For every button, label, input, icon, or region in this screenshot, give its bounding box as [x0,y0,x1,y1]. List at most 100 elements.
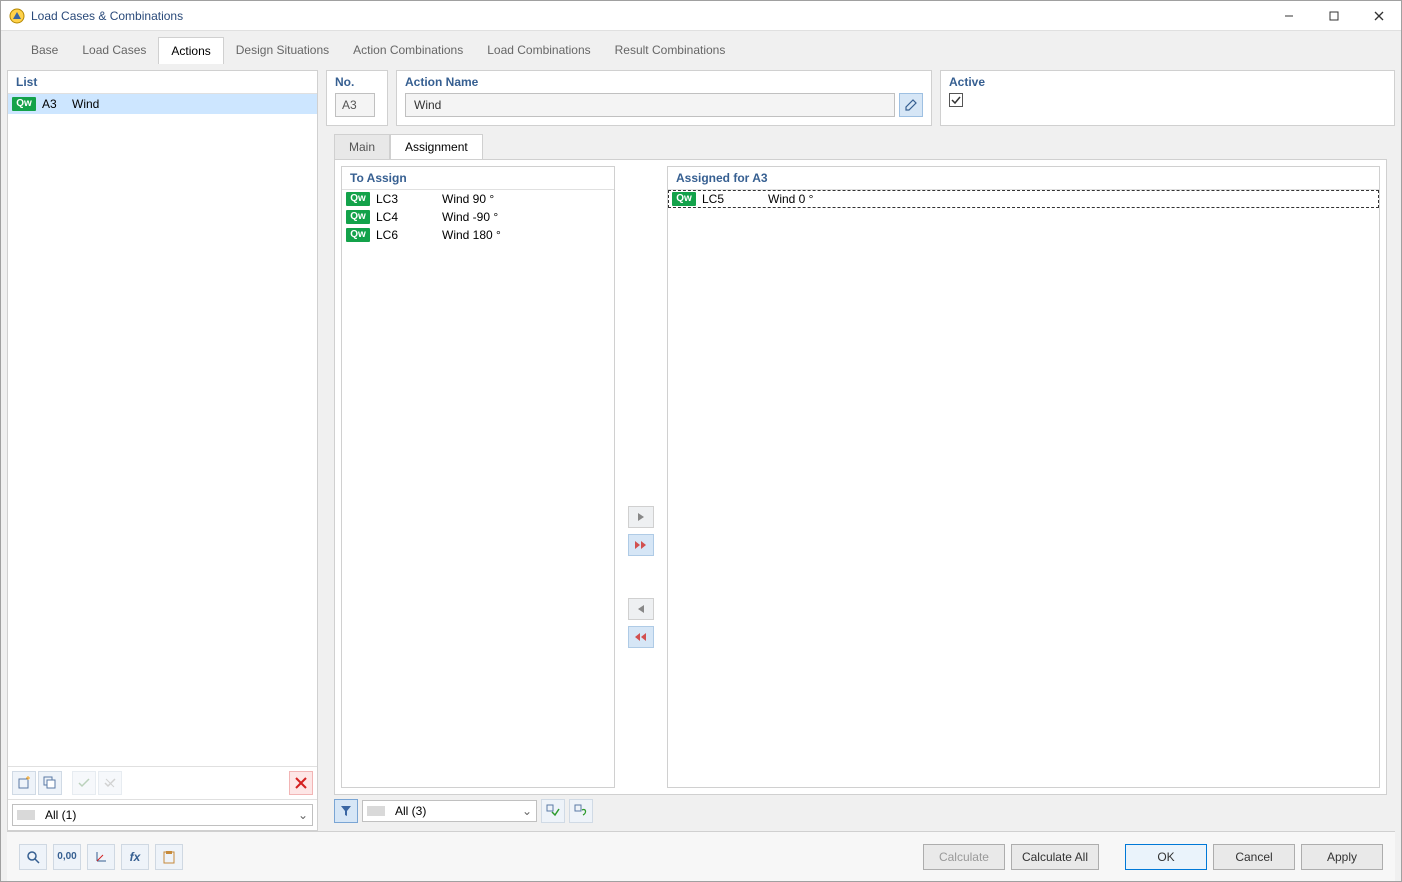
load-case-name: Wind 180 ° [442,228,501,242]
assignment-area: To Assign Qw LC3 Wind 90 ° Qw LC4 Wind -… [334,159,1387,795]
search-button[interactable] [19,844,47,870]
edit-name-button[interactable] [899,93,923,117]
list-item[interactable]: Qw LC6 Wind 180 ° [342,226,614,244]
sub-tab-main[interactable]: Main [334,134,390,159]
move-left-button[interactable] [628,598,654,620]
check-all-button[interactable] [72,771,96,795]
assignment-toolbar: All (3) ⌄ [326,795,1395,831]
no-field-box: No. A3 [326,70,388,126]
move-right-button[interactable] [628,506,654,528]
to-assign-column: To Assign Qw LC3 Wind 90 ° Qw LC4 Wind -… [341,166,615,788]
assigned-list[interactable]: Qw LC5 Wind 0 ° [668,190,1379,787]
list-header: List [8,71,317,94]
qw-badge-icon: Qw [12,97,36,111]
window-title: Load Cases & Combinations [31,9,1266,23]
move-all-right-button[interactable] [628,534,654,556]
chevron-down-icon: ⌄ [522,804,532,818]
minimize-button[interactable] [1266,1,1311,31]
tab-action-combinations[interactable]: Action Combinations [341,37,475,64]
new-item-button[interactable] [12,771,36,795]
load-case-code: LC4 [376,210,436,224]
qw-badge-icon: Qw [346,210,370,224]
assign-filter-label: All (3) [395,804,426,818]
axes-icon [94,850,108,864]
window-controls [1266,1,1401,31]
ok-button[interactable]: OK [1125,844,1207,870]
to-assign-list[interactable]: Qw LC3 Wind 90 ° Qw LC4 Wind -90 ° Qw [342,190,614,787]
delete-button[interactable] [289,771,313,795]
list-item-code: A3 [42,97,66,111]
load-case-code: LC6 [376,228,436,242]
app-icon [9,8,25,24]
no-label: No. [335,75,379,89]
filter-swatch-icon [367,806,385,816]
filter-button[interactable] [334,799,358,823]
chevron-down-icon: ⌄ [298,808,308,822]
list-item[interactable]: Qw LC3 Wind 90 ° [342,190,614,208]
titlebar: Load Cases & Combinations [1,1,1401,31]
units-button[interactable] [87,844,115,870]
copy-item-button[interactable] [38,771,62,795]
transfer-buttons [621,160,661,794]
assigned-header: Assigned for A3 [668,167,1379,190]
list-item[interactable]: Qw LC4 Wind -90 ° [342,208,614,226]
dialog-button-bar: 0,00 fx Calculate Calculate All OK Cance… [7,831,1395,881]
tab-load-cases[interactable]: Load Cases [70,37,158,64]
close-button[interactable] [1356,1,1401,31]
list-filter-row: All (1) ⌄ [8,799,317,830]
cancel-button[interactable]: Cancel [1213,844,1295,870]
select-checked-button[interactable] [541,799,565,823]
list-toolbar [8,766,317,799]
apply-button[interactable]: Apply [1301,844,1383,870]
load-case-code: LC3 [376,192,436,206]
work-area: List Qw A3 Wind [7,64,1395,831]
load-case-name: Wind -90 ° [442,210,498,224]
tab-load-combinations[interactable]: Load Combinations [475,37,602,64]
action-name-input[interactable]: Wind [405,93,895,117]
qw-badge-icon: Qw [672,192,696,206]
move-all-left-button[interactable] [628,626,654,648]
list-item[interactable]: Qw LC5 Wind 0 ° [668,190,1379,208]
qw-badge-icon: Qw [346,192,370,206]
load-case-name: Wind 90 ° [442,192,494,206]
list-item[interactable]: Qw A3 Wind [8,94,317,114]
active-field-box: Active [940,70,1395,126]
list-filter-combo[interactable]: All (1) ⌄ [12,804,313,826]
tab-result-combinations[interactable]: Result Combinations [603,37,738,64]
name-field-box: Action Name Wind [396,70,932,126]
detail-panel: No. A3 Action Name Wind Active [326,70,1395,831]
content: Base Load Cases Actions Design Situation… [1,31,1401,881]
list-panel: List Qw A3 Wind [7,70,318,831]
fx-icon: fx [130,850,141,864]
fx-button[interactable]: fx [121,844,149,870]
list-item-name: Wind [72,97,99,111]
filter-swatch-icon [17,810,35,820]
maximize-button[interactable] [1311,1,1356,31]
name-label: Action Name [405,75,923,89]
tab-base[interactable]: Base [19,37,70,64]
no-input[interactable]: A3 [335,93,375,117]
calculate-button[interactable]: Calculate [923,844,1005,870]
active-checkbox[interactable] [949,93,963,107]
active-label: Active [949,75,1386,89]
calculate-all-button[interactable]: Calculate All [1011,844,1099,870]
report-button[interactable] [155,844,183,870]
decimal-icon: 0,00 [57,851,76,862]
filter-label: All (1) [45,808,76,822]
to-assign-header: To Assign [342,167,614,190]
uncheck-all-button[interactable] [98,771,122,795]
pencil-icon [904,98,918,112]
dialog-window: Load Cases & Combinations Base Load Case… [0,0,1402,882]
tab-actions[interactable]: Actions [158,37,223,64]
sub-tab-assignment[interactable]: Assignment [390,134,483,159]
qw-badge-icon: Qw [346,228,370,242]
sub-tabs: Main Assignment [326,126,1395,159]
clipboard-icon [162,850,176,864]
assign-filter-combo[interactable]: All (3) ⌄ [362,800,537,822]
main-tabs: Base Load Cases Actions Design Situation… [7,37,1395,64]
select-unchecked-button[interactable] [569,799,593,823]
decimal-button[interactable]: 0,00 [53,844,81,870]
assigned-column: Assigned for A3 Qw LC5 Wind 0 ° [667,166,1380,788]
tab-design-situations[interactable]: Design Situations [224,37,341,64]
list-body[interactable]: Qw A3 Wind [8,94,317,766]
